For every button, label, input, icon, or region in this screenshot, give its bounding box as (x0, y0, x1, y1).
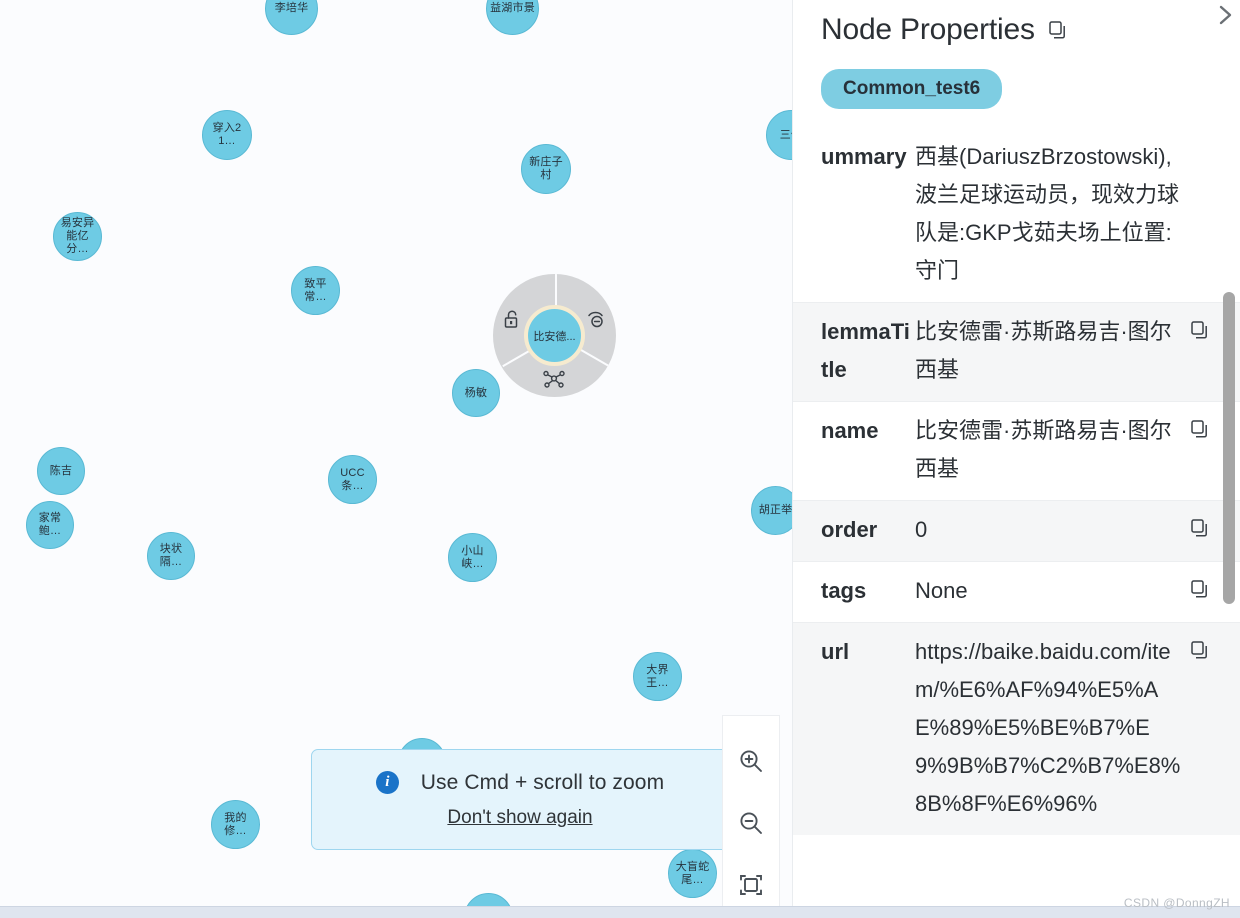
zoom-controls (722, 715, 780, 906)
zoom-in-icon[interactable] (728, 730, 774, 792)
chevron-right-icon[interactable] (1212, 0, 1238, 32)
property-key: url (821, 639, 850, 664)
properties-scroll-area[interactable]: lemmaSummary 比安德雷·苏斯路易吉·图尔西基(DariuszBrzos… (793, 140, 1240, 890)
graph-node[interactable] (464, 893, 513, 906)
graph-node-label: 小山峡… (461, 544, 484, 570)
copy-icon[interactable] (1189, 319, 1211, 341)
graph-node-label: 家常鲍… (38, 512, 62, 537)
copy-icon[interactable] (1047, 19, 1069, 41)
property-row: name 比安德雷·苏斯路易吉·图尔西基 (793, 401, 1240, 500)
page-title: Node Properties (821, 13, 1035, 46)
graph-node[interactable]: 易安异能亿分… (53, 212, 102, 261)
graph-node-label: 新庄子村 (529, 156, 563, 181)
dont-show-again-link[interactable]: Don't show again (447, 807, 592, 829)
graph-node-label: 穿入21… (212, 122, 242, 147)
property-row: lemmaTitle 比安德雷·苏斯路易吉·图尔西基 (793, 302, 1240, 401)
copy-icon[interactable] (1189, 578, 1211, 600)
properties-table: lemmaSummary 比安德雷·苏斯路易吉·图尔西基(DariuszBrzos… (793, 140, 1240, 835)
graph-node[interactable]: 我的修… (211, 800, 260, 849)
graph-node[interactable]: 新庄子村 (521, 144, 571, 194)
graph-node-label: 大界王… (646, 663, 669, 689)
selected-graph-node[interactable]: 比安德... (524, 305, 585, 366)
node-type-chip[interactable]: Common_test6 (821, 69, 1003, 109)
property-row: url https://baike.baidu.com/item/%E6%AF%9… (793, 622, 1240, 835)
copy-icon[interactable] (1189, 639, 1211, 661)
panel-scrollbar[interactable] (1223, 140, 1235, 890)
node-properties-panel: Node Properties Common_test6 lemmaSummar… (792, 0, 1240, 906)
window-bottom-bar (0, 906, 1240, 918)
graph-node-label: 李培华 (274, 2, 309, 14)
graph-node-label: 杨敏 (464, 386, 488, 399)
graph-node[interactable]: 三体 (766, 110, 792, 160)
graph-node[interactable]: 大界王… (633, 652, 682, 701)
property-key: order (821, 517, 878, 542)
graph-node-label: 大盲蛇尾… (675, 860, 710, 886)
property-key: lemmaSummary (821, 144, 907, 169)
graph-node[interactable]: 杨敏 (452, 369, 500, 417)
graph-node[interactable]: 胡正举 (751, 486, 792, 535)
property-value: https://baike.baidu.com/item/%E6%AF%94%E… (915, 639, 1181, 816)
info-icon: i (375, 771, 399, 794)
panel-scrollbar-thumb[interactable] (1223, 292, 1235, 604)
graph-node[interactable]: 块状隔… (147, 532, 195, 580)
zoom-out-icon[interactable] (728, 792, 774, 854)
property-row: order 0 (793, 500, 1240, 561)
fit-to-screen-icon[interactable] (728, 854, 774, 906)
graph-node[interactable]: 陈吉 (37, 447, 85, 495)
property-key: name (821, 418, 879, 443)
property-value: 比安德雷·苏斯路易吉·图尔西基(DariuszBrzostowski),波兰足球… (915, 144, 1180, 283)
graph-explorer-app: 李培华 益湖市景穿入21… 新庄子村 三体易安异能亿分… 致平常… 杨敏陈吉 UCC条… 家常… (0, 0, 1240, 918)
watermark: CSDN @DonngZH (1123, 896, 1230, 910)
copy-icon[interactable] (1189, 418, 1211, 440)
graph-node-label: 块状隔… (159, 543, 183, 568)
graph-node[interactable]: 致平常… (291, 266, 340, 315)
graph-node[interactable]: 小山峡… (448, 533, 497, 582)
graph-node-label: 三体 (779, 128, 792, 141)
unlock-icon[interactable] (499, 306, 525, 332)
expand-node-icon[interactable] (541, 366, 567, 392)
property-key: tags (821, 578, 867, 603)
graph-node-label: 我的修… (224, 811, 247, 837)
copy-icon[interactable] (1189, 517, 1211, 539)
graph-node-label: 陈吉 (49, 464, 73, 477)
zoom-hint-toast: i Use Cmd + scroll to zoom Don't show ag… (311, 749, 729, 850)
graph-node-label: 胡正举 (758, 504, 792, 516)
graph-node[interactable]: 益湖市景 (486, 0, 539, 35)
property-key: lemmaTitle (821, 319, 910, 382)
graph-node-label: 致平常… (304, 277, 327, 303)
selected-graph-node-label: 比安德... (533, 330, 576, 343)
graph-node-label: 易安异能亿分… (60, 217, 95, 255)
graph-node[interactable]: 家常鲍… (26, 501, 74, 549)
graph-node-label: UCC条… (340, 466, 365, 492)
graph-node[interactable]: UCC条… (328, 455, 377, 504)
graph-canvas[interactable]: 李培华 益湖市景穿入21… 新庄子村 三体易安异能亿分… 致平常… 杨敏陈吉 UCC条… 家常… (0, 0, 792, 906)
hide-node-icon[interactable] (584, 306, 610, 332)
zoom-hint-row: i Use Cmd + scroll to zoom (375, 770, 665, 795)
graph-node[interactable]: 穿入21… (202, 110, 252, 160)
zoom-hint-message: Use Cmd + scroll to zoom (420, 770, 665, 794)
graph-node[interactable]: 大盲蛇尾… (668, 849, 717, 898)
panel-header: Node Properties (793, 0, 1240, 60)
graph-node-label: 益湖市景 (490, 2, 535, 14)
graph-node[interactable]: 李培华 (265, 0, 318, 35)
property-row: tags None (793, 561, 1240, 622)
property-row: lemmaSummary 比安德雷·苏斯路易吉·图尔西基(DariuszBrzos… (793, 140, 1240, 302)
